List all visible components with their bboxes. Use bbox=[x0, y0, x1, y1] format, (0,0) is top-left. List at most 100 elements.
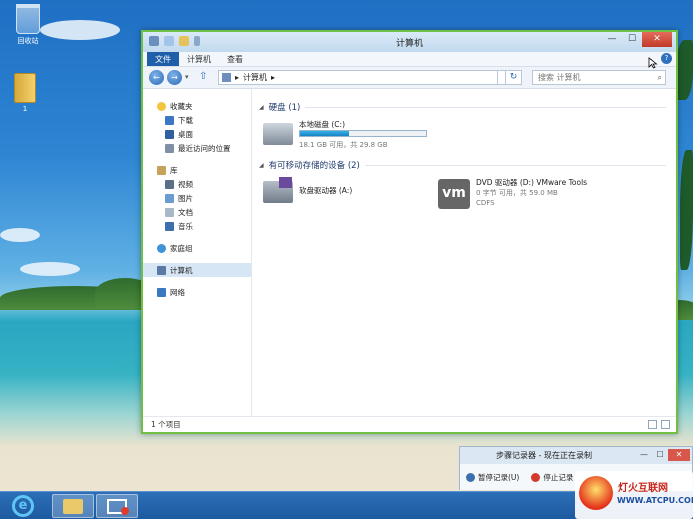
nav-desktop[interactable]: 桌面 bbox=[143, 127, 251, 141]
steps-recorder-titlebar[interactable]: 步骤记录器 - 现在正在录制 — ☐ ✕ bbox=[460, 447, 692, 464]
search-placeholder: 搜索 计算机 bbox=[538, 73, 581, 82]
nav-label: 网络 bbox=[170, 287, 185, 297]
maximize-button[interactable]: ☐ bbox=[652, 449, 668, 461]
explorer-titlebar[interactable]: 计算机 — ☐ ✕ bbox=[143, 32, 676, 52]
document-icon bbox=[165, 207, 174, 217]
drive-name: 软盘驱动器 (A:) bbox=[299, 186, 353, 195]
nav-recent-places[interactable]: 最近访问的位置 bbox=[143, 141, 251, 155]
ribbon: 文件 计算机 查看 ⌄ ? bbox=[143, 52, 676, 67]
nav-videos[interactable]: 视频 bbox=[143, 177, 251, 191]
tab-file[interactable]: 文件 bbox=[147, 52, 179, 66]
cloud bbox=[0, 228, 40, 242]
close-button[interactable]: ✕ bbox=[642, 32, 672, 47]
tab-view[interactable]: 查看 bbox=[219, 52, 251, 66]
stop-icon bbox=[531, 472, 541, 482]
nav-downloads[interactable]: 下载 bbox=[143, 113, 251, 127]
music-icon bbox=[165, 221, 174, 231]
video-icon bbox=[165, 179, 174, 189]
drive-name: 本地磁盘 (C:) bbox=[299, 120, 345, 129]
folder-shortcut[interactable]: 1 bbox=[0, 73, 50, 113]
group-hard-disks[interactable]: ◢ 硬盘 (1) bbox=[259, 101, 666, 113]
search-icon: ⌕ bbox=[657, 73, 662, 82]
back-button[interactable]: ← bbox=[149, 70, 164, 85]
forward-button[interactable]: → bbox=[167, 70, 182, 85]
nav-label: 桌面 bbox=[178, 129, 193, 139]
desktop-icon bbox=[165, 129, 174, 139]
removable-drives-row: 软盘驱动器 (A:) vm DVD 驱动器 (D:) VMware Tools … bbox=[259, 177, 666, 217]
vmware-icon: vm bbox=[438, 179, 470, 209]
breadcrumb-computer[interactable]: 计算机 bbox=[243, 72, 267, 83]
nav-label: 文档 bbox=[178, 207, 193, 217]
nav-label: 最近访问的位置 bbox=[178, 143, 231, 153]
tiles-view-icon[interactable] bbox=[661, 420, 670, 429]
minimize-button[interactable]: — bbox=[602, 32, 622, 47]
nav-documents[interactable]: 文档 bbox=[143, 205, 251, 219]
group-label: 有可移动存储的设备 (2) bbox=[268, 161, 360, 171]
navigation-bar: ← → ▾ ⇧ ▸ 计算机 ▸ ▾ ↻ 搜索 计算机 ⌕ bbox=[143, 67, 676, 89]
recent-places-icon bbox=[165, 143, 174, 153]
group-label: 硬盘 (1) bbox=[268, 103, 301, 113]
steps-recorder-title: 步骤记录器 - 现在正在录制 bbox=[496, 451, 592, 460]
recycle-bin-icon bbox=[16, 4, 40, 34]
refresh-button[interactable]: ↻ bbox=[505, 70, 522, 85]
collapse-icon: ◢ bbox=[259, 161, 264, 169]
watermark-url: WWW.ATCPU.COM bbox=[617, 496, 693, 505]
cloud bbox=[20, 262, 80, 276]
pause-icon bbox=[466, 472, 475, 482]
folder-icon bbox=[14, 73, 36, 103]
drive-d[interactable]: vm DVD 驱动器 (D:) VMware Tools 0 字节 可用，共 5… bbox=[434, 177, 634, 213]
nav-pictures[interactable]: 图片 bbox=[143, 191, 251, 205]
recycle-bin-label: 回收站 bbox=[17, 37, 39, 45]
homegroup-icon bbox=[157, 243, 166, 253]
file-explorer-icon bbox=[63, 499, 83, 514]
internet-explorer-icon[interactable]: e bbox=[12, 495, 34, 517]
minimize-button[interactable]: — bbox=[636, 449, 652, 461]
drive-a[interactable]: 软盘驱动器 (A:) bbox=[259, 177, 419, 211]
drive-free-space: 18.1 GB 可用，共 29.8 GB bbox=[299, 141, 388, 149]
drive-filesystem: CDFS bbox=[476, 199, 495, 207]
nav-favorites[interactable]: 收藏夹 bbox=[143, 99, 251, 113]
nav-label: 计算机 bbox=[170, 265, 193, 275]
record-icon bbox=[121, 507, 129, 515]
mouse-cursor-icon bbox=[648, 57, 658, 69]
search-input[interactable]: 搜索 计算机 ⌕ bbox=[532, 70, 666, 85]
recycle-bin-shortcut[interactable]: 回收站 bbox=[3, 4, 53, 46]
pause-recording-button[interactable]: 暂停记录(U) bbox=[466, 472, 519, 483]
computer-icon bbox=[157, 265, 166, 275]
address-bar[interactable]: ▸ 计算机 ▸ bbox=[218, 70, 520, 85]
nav-network[interactable]: 网络 bbox=[143, 285, 251, 299]
recent-chevron-icon[interactable]: ▾ bbox=[185, 73, 189, 81]
hard-drive-icon bbox=[263, 123, 293, 145]
up-arrow-icon[interactable]: ⇧ bbox=[199, 71, 207, 82]
close-button[interactable]: ✕ bbox=[668, 449, 690, 461]
navigation-pane: 收藏夹 下载 桌面 最近访问的位置 库 视频 图片 文档 音乐 家庭组 计算机 … bbox=[143, 89, 252, 416]
status-item-count: 1 个项目 bbox=[151, 420, 181, 429]
help-icon[interactable]: ? bbox=[661, 53, 672, 64]
content-area: 收藏夹 下载 桌面 最近访问的位置 库 视频 图片 文档 音乐 家庭组 计算机 … bbox=[143, 89, 676, 416]
watermark: 灯火互联网 WWW.ATCPU.COM bbox=[575, 471, 693, 519]
maximize-button[interactable]: ☐ bbox=[622, 32, 642, 47]
nav-label: 音乐 bbox=[178, 221, 193, 231]
breadcrumb-separator-icon: ▸ bbox=[271, 73, 276, 82]
stop-label: 停止记录 bbox=[543, 472, 574, 482]
folder-label: 1 bbox=[22, 105, 28, 113]
taskbar-steps-recorder[interactable] bbox=[96, 494, 138, 518]
stop-recording-button[interactable]: 停止记录 bbox=[531, 472, 573, 483]
network-icon bbox=[157, 287, 166, 297]
nav-music[interactable]: 音乐 bbox=[143, 219, 251, 233]
nav-computer[interactable]: 计算机 bbox=[143, 263, 251, 277]
details-view-icon[interactable] bbox=[648, 420, 657, 429]
drive-name: DVD 驱动器 (D:) VMware Tools bbox=[476, 178, 588, 187]
group-removable[interactable]: ◢ 有可移动存储的设备 (2) bbox=[259, 159, 666, 171]
tab-computer[interactable]: 计算机 bbox=[179, 52, 219, 66]
drive-c[interactable]: 本地磁盘 (C:) 18.1 GB 可用，共 29.8 GB bbox=[259, 119, 666, 155]
nav-label: 家庭组 bbox=[170, 243, 193, 253]
window-title: 计算机 bbox=[395, 39, 423, 49]
view-buttons bbox=[648, 420, 670, 429]
nav-label: 库 bbox=[170, 165, 178, 175]
nav-libraries[interactable]: 库 bbox=[143, 163, 251, 177]
drive-free-space: 0 字节 可用，共 59.0 MB bbox=[476, 189, 558, 197]
taskbar-file-explorer[interactable] bbox=[52, 494, 94, 518]
nav-homegroup[interactable]: 家庭组 bbox=[143, 241, 251, 255]
picture-icon bbox=[165, 193, 174, 203]
